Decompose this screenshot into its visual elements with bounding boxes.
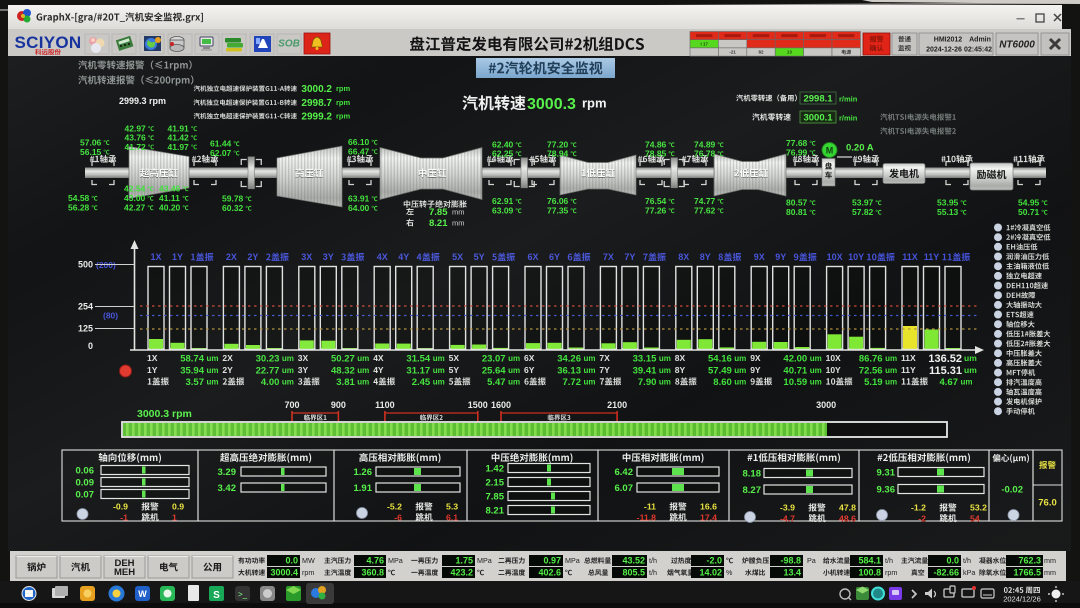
svg-text:0.97: 0.97 xyxy=(543,556,561,566)
svg-text:762.3: 762.3 xyxy=(1018,556,1041,566)
svg-text:SCIYON: SCIYON xyxy=(15,33,82,52)
svg-text:>_: >_ xyxy=(238,590,248,599)
svg-text:mm: mm xyxy=(1044,556,1056,565)
svg-text:1766.5: 1766.5 xyxy=(1013,568,1041,578)
svg-text:t/h: t/h xyxy=(963,556,971,565)
svg-text:%: % xyxy=(726,568,733,577)
svg-text:100.8: 100.8 xyxy=(858,568,881,578)
svg-text:NT6000: NT6000 xyxy=(999,40,1035,51)
svg-text:MPa: MPa xyxy=(388,556,403,565)
svg-text:584.1: 584.1 xyxy=(858,556,881,566)
svg-text:t/h: t/h xyxy=(649,556,657,565)
svg-text:-2.0: -2.0 xyxy=(706,556,722,566)
svg-text:43.52: 43.52 xyxy=(622,556,645,566)
svg-text:I 17: I 17 xyxy=(700,41,708,46)
svg-text:W: W xyxy=(138,589,147,599)
svg-text:402.6: 402.6 xyxy=(538,568,561,578)
svg-text:Admin: Admin xyxy=(969,37,991,44)
svg-text:t/h: t/h xyxy=(885,556,893,565)
svg-text:2024-12-26: 2024-12-26 xyxy=(926,47,962,54)
svg-text:4.76: 4.76 xyxy=(366,556,384,566)
svg-text:rpm: rpm xyxy=(302,568,314,577)
svg-text:kPa: kPa xyxy=(963,568,975,577)
svg-text:S: S xyxy=(213,590,220,601)
svg-text:-21: -21 xyxy=(729,50,736,55)
svg-text:MW: MW xyxy=(302,556,315,565)
svg-text:0.0: 0.0 xyxy=(946,556,959,566)
svg-text:82: 82 xyxy=(758,50,764,55)
svg-text:3000.4: 3000.4 xyxy=(270,568,298,578)
svg-text:MEH: MEH xyxy=(114,567,135,578)
svg-text:mm: mm xyxy=(1044,568,1056,577)
svg-text:-98.8: -98.8 xyxy=(780,556,801,566)
svg-text:805.5: 805.5 xyxy=(622,568,645,578)
svg-text:MPa: MPa xyxy=(477,556,492,565)
svg-text:0.0: 0.0 xyxy=(285,556,298,566)
svg-text:360.8: 360.8 xyxy=(361,568,384,578)
svg-text:2024/12/26: 2024/12/26 xyxy=(1003,595,1041,604)
svg-text:SOB: SOB xyxy=(278,39,300,50)
svg-text:HMI2012: HMI2012 xyxy=(934,37,963,44)
svg-text:14.02: 14.02 xyxy=(699,568,722,578)
svg-text:13.4: 13.4 xyxy=(783,568,801,578)
svg-text:423.2: 423.2 xyxy=(450,568,473,578)
svg-text:-82.66: -82.66 xyxy=(933,568,959,578)
svg-text:Pa: Pa xyxy=(807,556,816,565)
svg-text:t/h: t/h xyxy=(649,568,657,577)
svg-text:MPa: MPa xyxy=(565,556,580,565)
svg-text:1.75: 1.75 xyxy=(455,556,473,566)
svg-text:rpm: rpm xyxy=(885,568,897,577)
svg-text:13: 13 xyxy=(787,50,793,55)
svg-text:02:45:42: 02:45:42 xyxy=(964,47,992,54)
